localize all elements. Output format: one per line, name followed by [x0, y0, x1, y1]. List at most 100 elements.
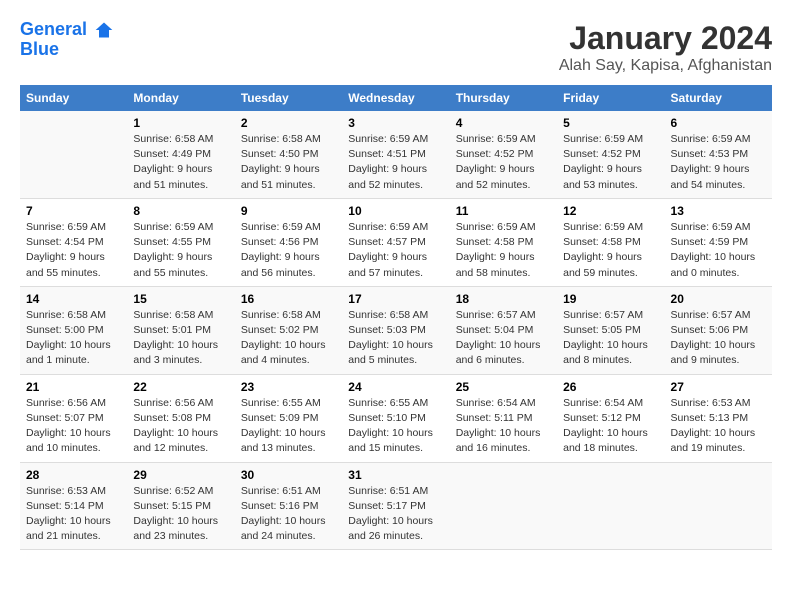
- day-number: 19: [563, 292, 658, 306]
- week-row-3: 14Sunrise: 6:58 AMSunset: 5:00 PMDayligh…: [20, 286, 772, 374]
- day-info: Sunrise: 6:59 AMSunset: 4:57 PMDaylight:…: [348, 220, 443, 281]
- day-number: 5: [563, 116, 658, 130]
- day-number: 26: [563, 380, 658, 394]
- day-number: 14: [26, 292, 121, 306]
- day-number: 11: [456, 204, 551, 218]
- calendar-cell: 19 Sunrise: 6:57 AMSunset: 5:05 PMDayligh…: [557, 286, 664, 374]
- calendar-cell: 6 Sunrise: 6:59 AMSunset: 4:53 PMDaylight…: [665, 111, 772, 198]
- day-number: 3: [348, 116, 443, 130]
- day-info: Sunrise: 6:57 AMSunset: 5:04 PMDaylight:…: [456, 308, 551, 369]
- day-info: Sunrise: 6:59 AMSunset: 4:55 PMDaylight:…: [133, 220, 228, 281]
- day-info: Sunrise: 6:58 AMSunset: 5:03 PMDaylight:…: [348, 308, 443, 369]
- calendar-cell: 17 Sunrise: 6:58 AMSunset: 5:03 PMDayligh…: [342, 286, 449, 374]
- day-info: Sunrise: 6:59 AMSunset: 4:59 PMDaylight:…: [671, 220, 766, 281]
- day-number: 6: [671, 116, 766, 130]
- day-info: Sunrise: 6:57 AMSunset: 5:05 PMDaylight:…: [563, 308, 658, 369]
- day-info: Sunrise: 6:59 AMSunset: 4:58 PMDaylight:…: [563, 220, 658, 281]
- day-info: Sunrise: 6:51 AMSunset: 5:17 PMDaylight:…: [348, 484, 443, 545]
- day-info: Sunrise: 6:59 AMSunset: 4:51 PMDaylight:…: [348, 132, 443, 193]
- calendar-cell: 29 Sunrise: 6:52 AMSunset: 5:15 PMDayligh…: [127, 462, 234, 550]
- calendar-cell: 23Sunrise: 6:55 AMSunset: 5:09 PMDayligh…: [235, 374, 342, 462]
- calendar-cell: [450, 462, 557, 550]
- title-block: January 2024 Alah Say, Kapisa, Afghanist…: [559, 20, 772, 75]
- day-number: 15: [133, 292, 228, 306]
- day-info: Sunrise: 6:54 AMSunset: 5:11 PMDaylight:…: [456, 396, 551, 457]
- day-info: Sunrise: 6:59 AMSunset: 4:52 PMDaylight:…: [456, 132, 551, 193]
- calendar-cell: 5 Sunrise: 6:59 AMSunset: 4:52 PMDaylight…: [557, 111, 664, 198]
- day-number: 16: [241, 292, 336, 306]
- day-number: 18: [456, 292, 551, 306]
- day-number: 24: [348, 380, 443, 394]
- logo-text: General Blue: [20, 20, 114, 60]
- day-header-sunday: Sunday: [20, 85, 127, 111]
- calendar-cell: 2 Sunrise: 6:58 AMSunset: 4:50 PMDaylight…: [235, 111, 342, 198]
- day-number: 20: [671, 292, 766, 306]
- calendar-cell: 9 Sunrise: 6:59 AMSunset: 4:56 PMDaylight…: [235, 198, 342, 286]
- calendar-table: SundayMondayTuesdayWednesdayThursdayFrid…: [20, 85, 772, 550]
- calendar-cell: 18 Sunrise: 6:57 AMSunset: 5:04 PMDayligh…: [450, 286, 557, 374]
- day-info: Sunrise: 6:59 AMSunset: 4:52 PMDaylight:…: [563, 132, 658, 193]
- calendar-cell: 4 Sunrise: 6:59 AMSunset: 4:52 PMDaylight…: [450, 111, 557, 198]
- calendar-cell: 25 Sunrise: 6:54 AMSunset: 5:11 PMDayligh…: [450, 374, 557, 462]
- day-info: Sunrise: 6:51 AMSunset: 5:16 PMDaylight:…: [241, 484, 336, 545]
- day-number: 2: [241, 116, 336, 130]
- day-header-tuesday: Tuesday: [235, 85, 342, 111]
- day-number: 4: [456, 116, 551, 130]
- day-header-thursday: Thursday: [450, 85, 557, 111]
- day-info: Sunrise: 6:53 AMSunset: 5:13 PMDaylight:…: [671, 396, 766, 457]
- day-number: 21: [26, 380, 121, 394]
- week-row-4: 21 Sunrise: 6:56 AMSunset: 5:07 PMDayligh…: [20, 374, 772, 462]
- day-info: Sunrise: 6:56 AMSunset: 5:08 PMDaylight:…: [133, 396, 228, 457]
- day-number: 27: [671, 380, 766, 394]
- calendar-cell: 3 Sunrise: 6:59 AMSunset: 4:51 PMDaylight…: [342, 111, 449, 198]
- calendar-cell: 7 Sunrise: 6:59 AMSunset: 4:54 PMDaylight…: [20, 198, 127, 286]
- week-row-5: 28 Sunrise: 6:53 AMSunset: 5:14 PMDayligh…: [20, 462, 772, 550]
- day-number: 30: [241, 468, 336, 482]
- calendar-cell: 26 Sunrise: 6:54 AMSunset: 5:12 PMDayligh…: [557, 374, 664, 462]
- day-info: Sunrise: 6:54 AMSunset: 5:12 PMDaylight:…: [563, 396, 658, 457]
- calendar-cell: [665, 462, 772, 550]
- calendar-title: January 2024: [559, 20, 772, 57]
- calendar-cell: 8 Sunrise: 6:59 AMSunset: 4:55 PMDaylight…: [127, 198, 234, 286]
- day-info: Sunrise: 6:58 AMSunset: 4:50 PMDaylight:…: [241, 132, 336, 193]
- calendar-cell: 10 Sunrise: 6:59 AMSunset: 4:57 PMDayligh…: [342, 198, 449, 286]
- calendar-cell: 15Sunrise: 6:58 AMSunset: 5:01 PMDayligh…: [127, 286, 234, 374]
- calendar-cell: 1Sunrise: 6:58 AMSunset: 4:49 PMDaylight…: [127, 111, 234, 198]
- day-number: 25: [456, 380, 551, 394]
- calendar-cell: 16 Sunrise: 6:58 AMSunset: 5:02 PMDayligh…: [235, 286, 342, 374]
- logo-icon: [94, 20, 114, 40]
- day-info: Sunrise: 6:59 AMSunset: 4:53 PMDaylight:…: [671, 132, 766, 193]
- calendar-cell: [557, 462, 664, 550]
- day-number: 7: [26, 204, 121, 218]
- calendar-cell: [20, 111, 127, 198]
- calendar-cell: 28 Sunrise: 6:53 AMSunset: 5:14 PMDayligh…: [20, 462, 127, 550]
- day-number: 28: [26, 468, 121, 482]
- day-info: Sunrise: 6:56 AMSunset: 5:07 PMDaylight:…: [26, 396, 121, 457]
- day-info: Sunrise: 6:59 AMSunset: 4:54 PMDaylight:…: [26, 220, 121, 281]
- day-info: Sunrise: 6:58 AMSunset: 5:02 PMDaylight:…: [241, 308, 336, 369]
- day-number: 9: [241, 204, 336, 218]
- day-info: Sunrise: 6:52 AMSunset: 5:15 PMDaylight:…: [133, 484, 228, 545]
- calendar-cell: 12 Sunrise: 6:59 AMSunset: 4:58 PMDayligh…: [557, 198, 664, 286]
- calendar-cell: 20Sunrise: 6:57 AMSunset: 5:06 PMDayligh…: [665, 286, 772, 374]
- day-info: Sunrise: 6:53 AMSunset: 5:14 PMDaylight:…: [26, 484, 121, 545]
- day-number: 13: [671, 204, 766, 218]
- calendar-cell: 11 Sunrise: 6:59 AMSunset: 4:58 PMDayligh…: [450, 198, 557, 286]
- logo: General Blue: [20, 20, 114, 60]
- day-number: 1: [133, 116, 228, 130]
- day-info: Sunrise: 6:59 AMSunset: 4:58 PMDaylight:…: [456, 220, 551, 281]
- day-info: Sunrise: 6:55 AMSunset: 5:10 PMDaylight:…: [348, 396, 443, 457]
- day-number: 12: [563, 204, 658, 218]
- calendar-header: SundayMondayTuesdayWednesdayThursdayFrid…: [20, 85, 772, 111]
- day-number: 10: [348, 204, 443, 218]
- day-info: Sunrise: 6:55 AMSunset: 5:09 PMDaylight:…: [241, 396, 336, 457]
- week-row-2: 7 Sunrise: 6:59 AMSunset: 4:54 PMDaylight…: [20, 198, 772, 286]
- day-number: 29: [133, 468, 228, 482]
- day-number: 22: [133, 380, 228, 394]
- calendar-cell: 13 Sunrise: 6:59 AMSunset: 4:59 PMDayligh…: [665, 198, 772, 286]
- calendar-subtitle: Alah Say, Kapisa, Afghanistan: [559, 57, 772, 75]
- day-number: 17: [348, 292, 443, 306]
- week-row-1: 1Sunrise: 6:58 AMSunset: 4:49 PMDaylight…: [20, 111, 772, 198]
- day-info: Sunrise: 6:59 AMSunset: 4:56 PMDaylight:…: [241, 220, 336, 281]
- day-number: 8: [133, 204, 228, 218]
